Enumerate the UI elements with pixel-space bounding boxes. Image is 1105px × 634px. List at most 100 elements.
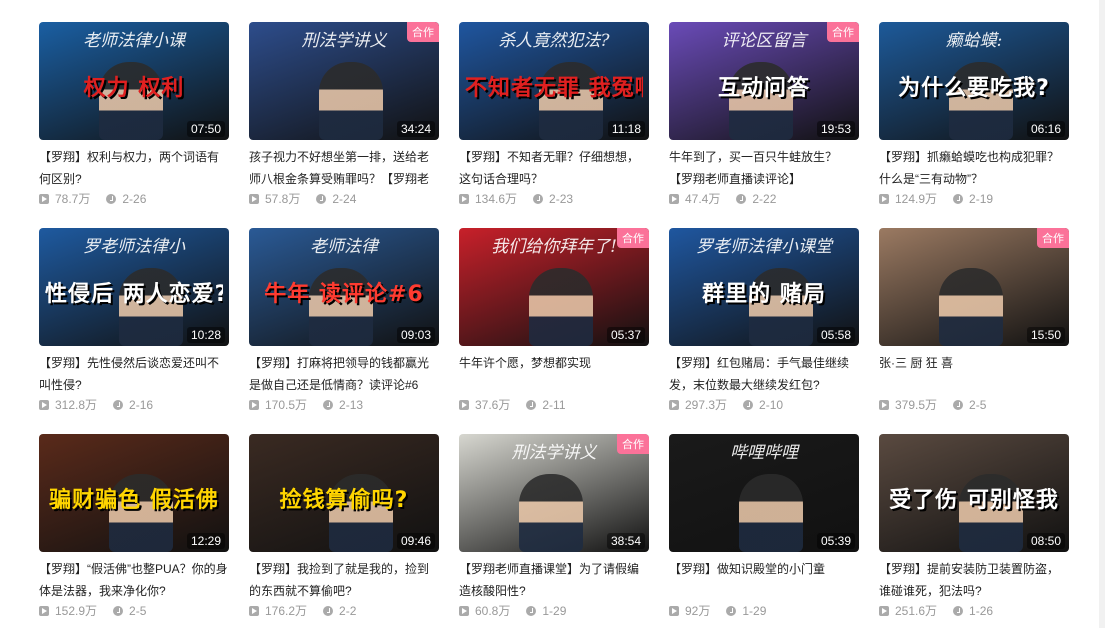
clock-icon [953,605,964,616]
upload-date: 1-29 [742,603,767,618]
play-count-icon [459,193,469,204]
video-duration: 15:50 [1026,327,1065,343]
thumbnail-banner-text: 杀人竟然犯法? [498,31,610,51]
video-card[interactable]: 合作 15:50 张·三 厨 狂 喜 379.5万 2-5 [879,228,1069,428]
video-title[interactable]: 【罗翔】提前安装防卫装置防盗，谁碰谁死，犯法吗? [879,558,1069,602]
video-title[interactable]: 张·三 厨 狂 喜 [879,352,1069,374]
play-count-icon [669,399,679,410]
video-meta: 47.4万 2-22 [669,190,859,207]
clock-icon [533,193,544,204]
video-thumbnail[interactable]: 老师法律 牛年 读评论#6 09:03 [249,228,439,346]
video-meta: 57.8万 2-24 [249,190,439,207]
presenter-figure [739,474,803,552]
clock-icon [113,605,124,616]
video-meta: 379.5万 2-5 [879,396,1069,413]
video-card[interactable]: 我们给你拜年了! 合作 05:37 牛年许个愿，梦想都实现 37.6万 2-11 [459,228,649,428]
video-thumbnail[interactable]: 老师法律小课 权力 权利 07:50 [39,22,229,140]
thumbnail-banner-text: 老师法律 [310,237,378,257]
video-card[interactable]: 哔哩哔哩 05:39 【罗翔】做知识殿堂的小门童 92万 1-29 [669,434,859,634]
video-thumbnail[interactable]: 评论区留言 互动问答 合作 19:53 [669,22,859,140]
video-thumbnail[interactable]: 罗老师法律小 性侵后 两人恋爱? 10:28 [39,228,229,346]
play-count-icon [249,605,259,616]
video-thumbnail[interactable]: 合作 15:50 [879,228,1069,346]
play-count-icon [879,399,889,410]
video-title[interactable]: 【罗翔】做知识殿堂的小门童 [669,558,859,580]
video-title[interactable]: 【罗翔】红包赌局：手气最佳继续发，末位数最大继续发红包? [669,352,859,396]
video-thumbnail[interactable]: 受了伤 可别怪我 08:50 [879,434,1069,552]
clock-icon [323,399,334,410]
video-thumbnail[interactable]: 刑法学讲义 合作 38:54 [459,434,649,552]
thumbnail-caption: 牛年 读评论#6 [264,282,424,307]
play-count-icon [39,193,49,204]
video-title[interactable]: 【罗翔】我捡到了就是我的，捡到的东西就不算偷吧? [249,558,439,602]
clock-icon [736,193,747,204]
video-title[interactable]: 牛年到了，买一百只牛蛙放生？【罗翔老师直播读评论】 [669,146,859,190]
video-duration: 06:16 [1026,121,1065,137]
video-card[interactable]: 癞蛤蟆: 为什么要吃我? 06:16 【罗翔】抓癞蛤蟆吃也构成犯罪？什么是“三有动物”… [879,22,1069,222]
video-meta: 176.2万 2-2 [249,602,439,619]
video-thumbnail[interactable]: 我们给你拜年了! 合作 05:37 [459,228,649,346]
video-card[interactable]: 刑法学讲义 合作 34:24 孩子视力不好想坐第一排，送给老师八根金条算受贿罪吗？【罗… [249,22,439,222]
video-thumbnail[interactable]: 刑法学讲义 合作 34:24 [249,22,439,140]
video-title[interactable]: 【罗翔】打麻将把领导的钱都赢光是做自己还是低情商？读评论#6 [249,352,439,396]
thumbnail-caption: 权力 权利 [83,76,185,101]
play-count-icon [249,193,259,204]
video-title[interactable]: 【罗翔】权利与权力，两个词语有何区别? [39,146,229,190]
upload-date: 2-23 [549,191,574,206]
view-count: 60.8万 [475,604,511,618]
video-duration: 34:24 [396,121,435,137]
video-title[interactable]: 【罗翔老师直播课堂】为了请假编造核酸阳性? [459,558,649,602]
video-card[interactable]: 受了伤 可别怪我 08:50 【罗翔】提前安装防卫装置防盗，谁碰谁死，犯法吗? 251… [879,434,1069,634]
thumbnail-caption: 为什么要吃我? [898,76,1050,101]
thumbnail-caption: 性侵后 两人恋爱? [45,282,223,307]
video-card[interactable]: 杀人竟然犯法? 不知者无罪 我冤啊 11:18 【罗翔】不知者无罪？仔细想想，这句话合… [459,22,649,222]
video-title[interactable]: 牛年许个愿，梦想都实现 [459,352,649,374]
thumbnail-caption: 不知者无罪 我冤啊 [465,76,643,101]
video-thumbnail[interactable]: 杀人竟然犯法? 不知者无罪 我冤啊 11:18 [459,22,649,140]
video-card[interactable]: 刑法学讲义 合作 38:54 【罗翔老师直播课堂】为了请假编造核酸阳性? 60.8万 1-… [459,434,649,634]
play-count-icon [459,399,469,410]
video-thumbnail[interactable]: 捡钱算偷吗? 09:46 [249,434,439,552]
video-thumbnail[interactable]: 骗财骗色 假活佛 12:29 [39,434,229,552]
play-count-icon [249,399,259,410]
presenter-figure [529,268,593,346]
video-title[interactable]: 【罗翔】抓癞蛤蟆吃也构成犯罪？什么是“三有动物”？ [879,146,1069,190]
scrollbar[interactable] [1099,0,1105,628]
video-card[interactable]: 老师法律 牛年 读评论#6 09:03 【罗翔】打麻将把领导的钱都赢光是做自己还是低情… [249,228,439,428]
upload-date: 2-5 [969,397,987,412]
video-title[interactable]: 孩子视力不好想坐第一排，送给老师八根金条算受贿罪吗？【罗翔老 [249,146,439,190]
video-meta: 170.5万 2-13 [249,396,439,413]
upload-date: 2-10 [759,397,784,412]
clock-icon [113,399,124,410]
clock-icon [953,193,964,204]
upload-date: 2-16 [129,397,154,412]
video-thumbnail[interactable]: 哔哩哔哩 05:39 [669,434,859,552]
video-card[interactable]: 罗老师法律小 性侵后 两人恋爱? 10:28 【罗翔】先性侵然后谈恋爱还叫不叫性侵? 3… [39,228,229,428]
video-title[interactable]: 【罗翔】不知者无罪？仔细想想，这句话合理吗？ [459,146,649,190]
video-duration: 38:54 [606,533,645,549]
video-duration: 07:50 [186,121,225,137]
video-duration: 08:50 [1026,533,1065,549]
video-card[interactable]: 捡钱算偷吗? 09:46 【罗翔】我捡到了就是我的，捡到的东西就不算偷吧? 176.2… [249,434,439,634]
presenter-figure [939,268,1003,346]
video-card[interactable]: 罗老师法律小课堂 群里的 赌局 05:58 【罗翔】红包赌局：手气最佳继续发，末位数最… [669,228,859,428]
video-title[interactable]: 【罗翔】先性侵然后谈恋爱还叫不叫性侵? [39,352,229,396]
video-card[interactable]: 老师法律小课 权力 权利 07:50 【罗翔】权利与权力，两个词语有何区别? 78.7万… [39,22,229,222]
video-card[interactable]: 骗财骗色 假活佛 12:29 【罗翔】“假活佛”也整PUA？你的身体是法器，我来净化… [39,434,229,634]
view-count: 134.6万 [475,192,518,206]
thumbnail-banner-text: 罗老师法律小课堂 [696,237,832,257]
view-count: 297.3万 [685,398,728,412]
view-count: 47.4万 [685,192,721,206]
video-duration: 12:29 [186,533,225,549]
video-meta: 78.7万 2-26 [39,190,229,207]
upload-date: 2-22 [752,191,777,206]
video-card[interactable]: 评论区留言 互动问答 合作 19:53 牛年到了，买一百只牛蛙放生？【罗翔老师直播读评论… [669,22,859,222]
thumbnail-caption: 骗财骗色 假活佛 [49,488,219,513]
video-thumbnail[interactable]: 癞蛤蟆: 为什么要吃我? 06:16 [879,22,1069,140]
video-duration: 10:28 [186,327,225,343]
video-meta: 92万 1-29 [669,602,859,619]
video-title[interactable]: 【罗翔】“假活佛”也整PUA？你的身体是法器，我来净化你? [39,558,229,602]
clock-icon [743,399,754,410]
video-thumbnail[interactable]: 罗老师法律小课堂 群里的 赌局 05:58 [669,228,859,346]
collab-badge: 合作 [827,22,859,42]
